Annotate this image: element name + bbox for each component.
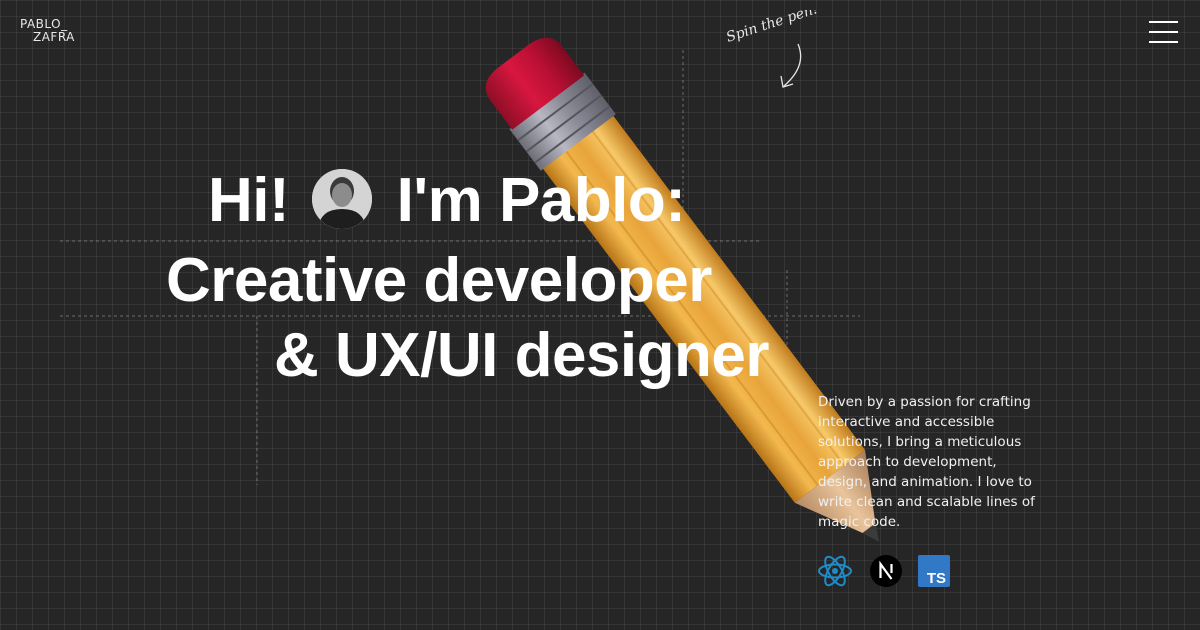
nextjs-icon[interactable] xyxy=(869,554,903,588)
pencil-body xyxy=(541,114,866,503)
spinnable-pencil[interactable] xyxy=(0,0,1200,630)
typescript-icon[interactable]: TS xyxy=(917,554,951,588)
typescript-label: TS xyxy=(927,570,946,587)
bio-paragraph: Driven by a passion for crafting interac… xyxy=(818,394,1035,530)
react-icon[interactable] xyxy=(817,554,852,588)
